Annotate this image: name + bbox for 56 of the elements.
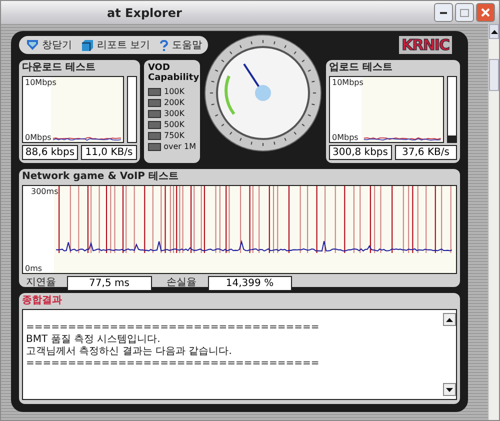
- throughput-meter: [447, 76, 457, 143]
- help-icon: [160, 40, 168, 50]
- indicator-lamp: [148, 120, 161, 128]
- axis-min-label: 0Mbps: [25, 133, 52, 142]
- axis-min-label: 0ms: [25, 264, 42, 273]
- vod-level-label: 100K: [164, 87, 185, 96]
- indicator-lamp: [148, 88, 161, 96]
- axis-max-label: 10Mbps: [332, 78, 364, 87]
- toolbar-item[interactable]: 도움말: [160, 38, 202, 52]
- loss-label: 손실율: [166, 276, 198, 290]
- toolbar-item[interactable]: 창닫기: [27, 38, 72, 52]
- rate-readout: 11,0 KB/s: [81, 145, 137, 160]
- toolbar-item[interactable]: 리포트 보기: [82, 38, 150, 52]
- indicator-lamp: [148, 110, 161, 118]
- indicator-lamp: [148, 132, 161, 140]
- scroll-down-button[interactable]: [443, 383, 456, 396]
- speed-readout: 300,8 kbps: [329, 145, 392, 160]
- result-line: ===================================: [26, 322, 320, 334]
- latency-label: 지연율: [25, 276, 57, 290]
- result-line: ===================================: [26, 358, 320, 370]
- window-title: at Explorer: [106, 6, 183, 20]
- indicator-lamp: [148, 142, 161, 150]
- panel-title: Network game & VoIP 테스트: [22, 171, 180, 183]
- panel-title: 업로드 테스트: [329, 62, 394, 74]
- cube-icon: [82, 40, 93, 50]
- axis-max-label: 300ms: [31, 187, 58, 196]
- latency-readout: 77,5 ms: [67, 276, 152, 291]
- loss-readout: 14,399 %: [208, 276, 292, 291]
- close-button[interactable]: [476, 3, 495, 22]
- close-icon: [481, 8, 490, 17]
- logo: KRNIC: [398, 36, 452, 54]
- panel-title: 다운로드 테스트: [22, 62, 96, 74]
- throughput-meter: [127, 76, 137, 143]
- vod-level-label: over 1M: [164, 142, 196, 151]
- minimize-icon: [440, 12, 447, 14]
- speed-readout: 88,6 kbps: [22, 145, 78, 160]
- minimize-button[interactable]: [434, 3, 453, 22]
- shield-icon: [27, 40, 38, 50]
- maximize-icon: [460, 8, 469, 16]
- axis-max-label: 10Mbps: [25, 78, 56, 87]
- axis-min-label: 0Mbps: [332, 133, 358, 142]
- vod-level-label: 500K: [164, 120, 185, 129]
- vod-level-label: 300K: [164, 109, 185, 118]
- scroll-up-icon: [490, 30, 498, 34]
- indicator-lamp: [148, 98, 161, 106]
- result-line: BMT 품질 측정 시스템입니다.: [26, 334, 162, 346]
- scroll-down-icon: [446, 388, 453, 392]
- scroll-up-button[interactable]: [443, 313, 456, 326]
- rate-readout: 37,6 KB/s: [394, 145, 457, 160]
- scroll-up-icon: [446, 318, 453, 322]
- scroll-thumb[interactable]: [489, 59, 499, 91]
- vod-level-label: 750K: [164, 131, 185, 140]
- scroll-up-button[interactable]: [489, 24, 499, 39]
- panel-title: 종합결과: [22, 295, 63, 307]
- result-line: 고객님께서 측정하신 결과는 다음과 같습니다.: [26, 346, 233, 358]
- vod-level-label: 200K: [164, 98, 185, 107]
